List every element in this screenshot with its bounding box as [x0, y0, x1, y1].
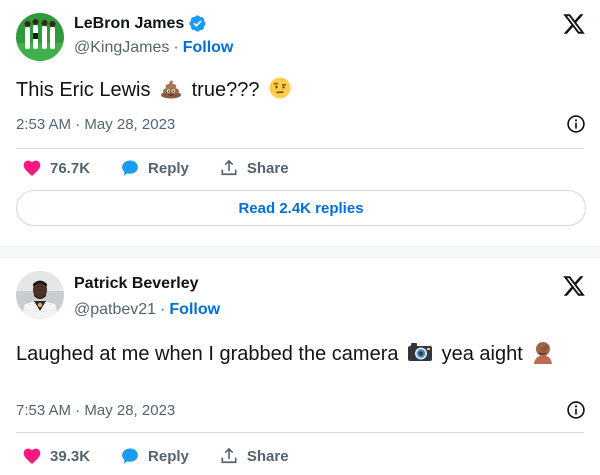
info-icon[interactable] — [566, 114, 586, 134]
handle-row: @KingJames · Follow — [74, 39, 233, 57]
tweet-card: LeBron James @KingJames · Follow This Er… — [0, 0, 600, 246]
share-button[interactable]: Share — [219, 446, 289, 466]
reply-label: Reply — [148, 159, 189, 177]
author-name[interactable]: Patrick Beverley — [74, 275, 199, 293]
share-label: Share — [246, 447, 289, 465]
verified-badge-icon — [189, 15, 206, 32]
like-button[interactable]: 76.7K — [22, 158, 90, 178]
tweet-separator — [0, 246, 600, 258]
like-button[interactable]: 39.3K — [22, 446, 90, 466]
share-icon — [221, 159, 237, 176]
reply-button[interactable]: Reply — [120, 158, 189, 178]
share-label: Share — [246, 159, 289, 177]
avatar-image — [16, 271, 64, 319]
divider — [16, 432, 584, 433]
tweet-text: Laughed at me when I grabbed the camera … — [16, 340, 570, 368]
heart-icon — [23, 448, 41, 464]
author-handle[interactable]: @patbev21 — [74, 301, 156, 319]
avatar[interactable] — [16, 271, 64, 319]
separator-dot: · — [160, 301, 166, 318]
like-count: 39.3K — [50, 447, 91, 465]
follow-button[interactable]: Follow — [183, 39, 234, 57]
action-bar: 76.7K Reply Share — [22, 158, 319, 178]
x-logo-icon[interactable] — [562, 12, 586, 36]
reply-label: Reply — [148, 447, 189, 465]
tweet-card: Patrick Beverley @patbev21 · Follow Laug… — [0, 258, 600, 475]
separator-dot: · — [173, 39, 179, 56]
share-button[interactable]: Share — [219, 158, 289, 178]
author-name[interactable]: LeBron James — [74, 15, 184, 33]
share-icon — [221, 447, 237, 464]
handle-row: @patbev21 · Follow — [74, 301, 220, 319]
reply-button[interactable]: Reply — [120, 446, 189, 466]
avatar[interactable] — [16, 13, 64, 61]
author-handle[interactable]: @KingJames — [74, 39, 169, 57]
face-with-raised-eyebrow-emoji-icon — [269, 77, 291, 99]
like-count: 76.7K — [50, 159, 91, 177]
tweet-text-part: true??? — [191, 79, 260, 101]
reply-bubble-icon — [122, 160, 138, 176]
person-facepalming-emoji-icon — [534, 342, 553, 364]
reply-bubble-icon — [122, 448, 138, 464]
author-name-row: LeBron James — [74, 14, 207, 33]
author-name-row: Patrick Beverley — [74, 275, 199, 293]
tweet-text-part: This Eric Lewis — [16, 79, 151, 101]
camera-emoji-icon — [408, 343, 433, 361]
timestamp[interactable]: 7:53 AM · May 28, 2023 — [16, 402, 175, 419]
heart-icon — [23, 160, 41, 176]
pile-of-poo-emoji-icon — [161, 80, 182, 99]
avatar-image — [16, 13, 64, 61]
divider — [16, 148, 584, 149]
follow-button[interactable]: Follow — [169, 301, 220, 319]
tweet-text-part: yea aight — [441, 343, 523, 365]
tweet-text: This Eric Lewis true??? — [16, 76, 570, 104]
action-bar: 39.3K Reply Share — [22, 446, 319, 466]
x-logo-icon[interactable] — [562, 274, 586, 298]
read-replies-button[interactable]: Read 2.4K replies — [16, 190, 586, 226]
timestamp[interactable]: 2:53 AM · May 28, 2023 — [16, 116, 175, 133]
info-icon[interactable] — [566, 400, 586, 420]
tweet-text-part: Laughed at me when I grabbed the camera — [16, 343, 399, 365]
